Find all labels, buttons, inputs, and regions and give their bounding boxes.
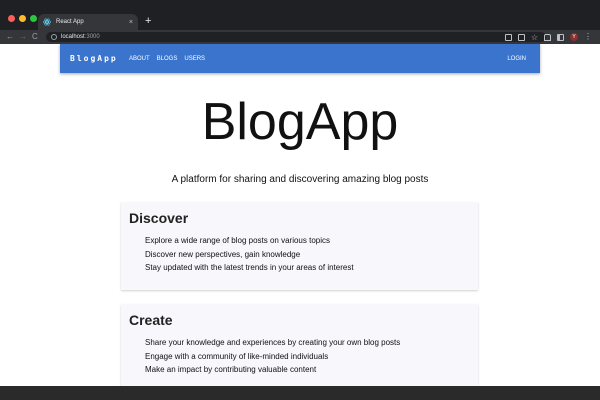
list-item: Engage with a community of like-minded i… <box>145 351 329 361</box>
brand-logo[interactable]: BlogApp <box>70 54 118 64</box>
app-navbar: BlogApp ABOUT BLOGS USERS LOGIN <box>60 44 540 73</box>
list-item: Discover new perspectives, gain knowledg… <box>145 249 301 259</box>
discover-card: Discover Explore a wide range of blog po… <box>121 202 478 290</box>
site-info-icon[interactable] <box>51 34 57 40</box>
maximize-window-button[interactable] <box>30 15 37 22</box>
hero-title: BlogApp <box>201 93 399 151</box>
list-item: Make an impact by contributing valuable … <box>145 365 317 374</box>
share-icon[interactable] <box>517 33 525 41</box>
hero-tagline: A platform for sharing and discovering a… <box>171 174 429 185</box>
react-logo-icon <box>43 18 51 26</box>
toolbar-icons: ☆ Y ⋮ <box>504 32 592 42</box>
new-tab-button[interactable]: + <box>145 15 151 27</box>
browser-window: React App × + ← → C localhost:3000 ☆ Y ⋮… <box>0 0 600 400</box>
page-content: BlogApp ABOUT BLOGS USERS LOGIN BlogApp … <box>0 44 600 386</box>
window-controls <box>8 15 37 22</box>
url-host: localhost <box>61 34 85 40</box>
list-item: Share your knowledge and experiences by … <box>145 338 401 347</box>
create-card: Create Share your knowledge and experien… <box>121 304 478 386</box>
feature-list: Explore a wide range of blog posts on va… <box>145 234 354 275</box>
extensions-icon[interactable] <box>544 33 551 41</box>
card-title: Create <box>129 312 173 328</box>
back-icon[interactable]: ← <box>6 33 14 41</box>
list-item: Explore a wide range of blog posts on va… <box>145 236 330 245</box>
minimize-window-button[interactable] <box>19 15 26 22</box>
browser-menu-icon[interactable]: ⋮ <box>584 33 592 41</box>
profile-avatar[interactable]: Y <box>570 33 578 41</box>
card-title: Discover <box>129 210 189 226</box>
nav-link-about[interactable]: ABOUT <box>129 55 150 63</box>
nav-link-blogs[interactable]: BLOGS <box>157 55 178 63</box>
bookmark-star-icon[interactable]: ☆ <box>531 33 538 41</box>
list-item: Stay updated with the latest trends in y… <box>145 263 354 272</box>
forward-icon[interactable]: → <box>19 33 27 41</box>
nav-links: ABOUT BLOGS USERS <box>129 55 205 63</box>
tab-bar: React App × + <box>0 0 600 30</box>
feature-list: Share your knowledge and experiences by … <box>145 336 400 377</box>
address-bar[interactable]: localhost:3000 <box>46 32 546 42</box>
close-tab-icon[interactable]: × <box>129 19 133 26</box>
side-panel-icon[interactable] <box>557 33 564 41</box>
tab-react-app[interactable]: React App × <box>38 14 138 30</box>
nav-link-users[interactable]: USERS <box>184 55 205 63</box>
address-toolbar: ← → C localhost:3000 ☆ Y ⋮ <box>0 30 600 44</box>
install-app-icon[interactable] <box>504 33 512 41</box>
reload-icon[interactable]: C <box>32 33 38 41</box>
url-port: :3000 <box>84 34 100 40</box>
window-bottom-edge <box>0 386 600 400</box>
close-window-button[interactable] <box>8 15 15 22</box>
tab-title: React App <box>56 19 84 25</box>
login-button[interactable]: LOGIN <box>507 55 526 63</box>
